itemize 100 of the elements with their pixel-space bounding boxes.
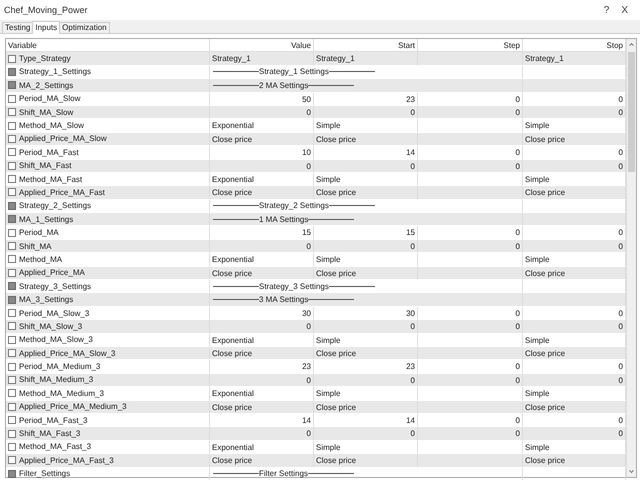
checkbox[interactable] xyxy=(8,416,16,424)
checkbox[interactable] xyxy=(8,188,16,196)
variable-name: Shift_MA_Medium_3 xyxy=(19,374,94,386)
table-cell: Strategy_1 xyxy=(210,52,314,66)
variable-name: Applied_Price_MA xyxy=(19,267,85,279)
variable-name: Strategy_3_Settings xyxy=(19,280,92,292)
variable-name: Method_MA_Slow xyxy=(19,120,84,132)
table-cell: 0 xyxy=(314,374,418,388)
variable-name: Method_MA xyxy=(19,254,62,266)
checkbox[interactable] xyxy=(8,134,16,143)
checkbox[interactable] xyxy=(8,148,16,156)
table-cell: Close price xyxy=(210,454,314,468)
checkbox[interactable] xyxy=(8,268,16,277)
variable-name: Period_MA_Slow xyxy=(19,93,80,105)
column-header: Stop xyxy=(523,39,626,52)
table-cell: 0 xyxy=(418,374,523,388)
checkbox[interactable] xyxy=(8,470,16,478)
section-label: Filter Settings xyxy=(259,468,308,480)
table-cell: Close price xyxy=(314,186,418,200)
checkbox[interactable] xyxy=(8,94,16,103)
checkbox[interactable] xyxy=(8,296,16,304)
table-cell: Close price xyxy=(314,132,418,146)
variable-name: Applied_Price_MA_Medium_3 xyxy=(19,401,127,413)
variable-name: Shift_MA_Slow_3 xyxy=(19,320,82,333)
variable-name: Shift_MA_Fast xyxy=(19,160,72,172)
section-label: Strategy_1 Settings xyxy=(259,66,329,78)
help-button[interactable]: ? xyxy=(598,2,616,18)
table-cell: 0 xyxy=(418,320,523,334)
column-header: Variable xyxy=(6,39,210,52)
checkbox[interactable] xyxy=(8,442,16,451)
checkbox[interactable] xyxy=(8,389,16,398)
checkbox[interactable] xyxy=(8,349,16,358)
checkbox[interactable] xyxy=(8,309,16,317)
scroll-thumb[interactable] xyxy=(628,52,635,172)
variable-name: Applied_Price_MA_Slow_3 xyxy=(19,348,116,360)
column-header: Value xyxy=(210,39,314,52)
scroll-down-icon[interactable] xyxy=(629,470,634,473)
table-cell: 0 xyxy=(314,106,418,120)
section-label: 3 MA Settings xyxy=(259,294,308,306)
table-cell: Close price xyxy=(210,186,314,200)
tab[interactable]: Optimization xyxy=(59,22,110,33)
table-cell: 0 xyxy=(314,160,418,173)
table-cell: Close price xyxy=(314,346,418,360)
variable-name: Applied_Price_MA_Slow xyxy=(19,133,107,146)
checkbox[interactable] xyxy=(8,336,16,344)
table-cell: Close price xyxy=(314,266,418,280)
table-cell: 0 xyxy=(314,240,418,254)
variable-name: Applied_Price_MA_Fast xyxy=(19,187,105,199)
table-cell: 0 xyxy=(210,240,314,254)
close-button[interactable]: X xyxy=(615,2,634,18)
variable-name: Period_MA_Medium_3 xyxy=(19,361,100,373)
table-cell: Close price xyxy=(210,132,314,146)
checkbox[interactable] xyxy=(8,162,16,170)
checkbox[interactable] xyxy=(8,175,16,184)
table-cell: 0 xyxy=(314,427,418,441)
checkbox[interactable] xyxy=(8,122,16,130)
table-cell: 0 xyxy=(210,374,314,388)
table-cell: 0 xyxy=(210,427,314,441)
checkbox[interactable] xyxy=(8,362,16,371)
variable-name: MA_3_Settings xyxy=(19,294,74,306)
checkbox[interactable] xyxy=(8,108,16,116)
checkbox[interactable] xyxy=(8,456,16,464)
section-label: Strategy_3 Settings xyxy=(259,280,329,292)
checkbox[interactable] xyxy=(8,255,16,264)
variable-name: Period_MA_Fast_3 xyxy=(19,414,88,426)
variable-name: Applied_Price_MA_Fast_3 xyxy=(19,454,114,466)
table-cell: Close price xyxy=(210,400,314,414)
variable-name: Method_MA_Fast xyxy=(19,174,82,186)
table-cell: Close price xyxy=(314,400,418,414)
variable-name: Shift_MA_Slow xyxy=(19,106,74,118)
checkbox[interactable] xyxy=(8,228,16,237)
checkbox[interactable] xyxy=(8,322,16,330)
variable-name: MA_2_Settings xyxy=(19,80,74,92)
checkbox[interactable] xyxy=(8,430,16,438)
tab[interactable]: Testing xyxy=(2,22,34,33)
variable-name: Period_MA_Fast xyxy=(19,146,79,158)
checkbox[interactable] xyxy=(8,81,16,90)
variable-name: Shift_MA_Fast_3 xyxy=(19,428,80,440)
variable-name: Method_MA_Fast_3 xyxy=(19,441,92,454)
checkbox[interactable] xyxy=(8,202,16,210)
table-cell: 0 xyxy=(418,160,523,173)
table-cell: 0 xyxy=(210,160,314,173)
checkbox[interactable] xyxy=(8,68,16,76)
checkbox[interactable] xyxy=(8,282,16,290)
variable-name: Method_MA_Medium_3 xyxy=(19,388,104,400)
variable-name: MA_1_Settings xyxy=(19,214,74,226)
variable-name: Filter_Settings xyxy=(19,468,70,480)
checkbox[interactable] xyxy=(8,376,16,384)
section-label: Strategy_2 Settings xyxy=(259,200,329,212)
checkbox[interactable] xyxy=(8,242,16,250)
checkbox[interactable] xyxy=(8,215,16,224)
scroll-up-icon[interactable] xyxy=(629,43,634,46)
tab[interactable]: Inputs xyxy=(32,21,60,34)
checkbox[interactable] xyxy=(8,402,16,411)
checkbox[interactable] xyxy=(8,54,16,63)
variable-name: Period_MA_Slow_3 xyxy=(19,308,90,320)
table-cell: 0 xyxy=(418,427,523,441)
section-label: 1 MA Settings xyxy=(259,214,308,226)
scrollbar[interactable] xyxy=(626,39,636,477)
table-cell: 0 xyxy=(418,106,523,120)
